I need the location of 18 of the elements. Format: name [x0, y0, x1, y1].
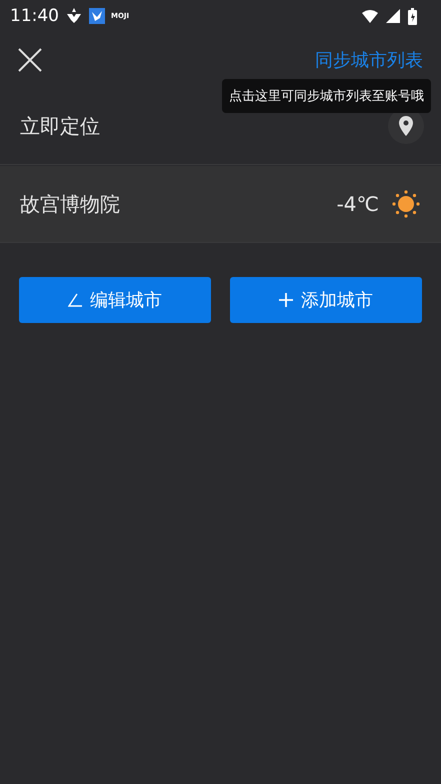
- locate-label: 立即定位: [20, 112, 100, 140]
- sun-icon: [391, 189, 421, 219]
- location-pin-icon: [399, 116, 413, 136]
- add-city-button[interactable]: 添加城市: [230, 277, 422, 323]
- wifi-icon: [362, 10, 378, 22]
- edit-city-button[interactable]: 编辑城市: [19, 277, 211, 323]
- drop-icon: [65, 8, 83, 24]
- close-icon: [18, 48, 42, 72]
- temperature: -4℃: [336, 192, 379, 216]
- close-button[interactable]: [18, 48, 42, 72]
- city-row[interactable]: 故宫博物院 -4℃: [0, 166, 441, 243]
- battery-icon: [408, 8, 417, 24]
- tooltip: 点击这里可同步城市列表至账号哦: [222, 79, 431, 113]
- sync-link[interactable]: 同步城市列表: [315, 48, 423, 72]
- signal-icon: [386, 9, 400, 23]
- angle-icon: [68, 293, 82, 307]
- status-time: 11:40: [10, 6, 59, 26]
- plus-icon: [279, 293, 293, 307]
